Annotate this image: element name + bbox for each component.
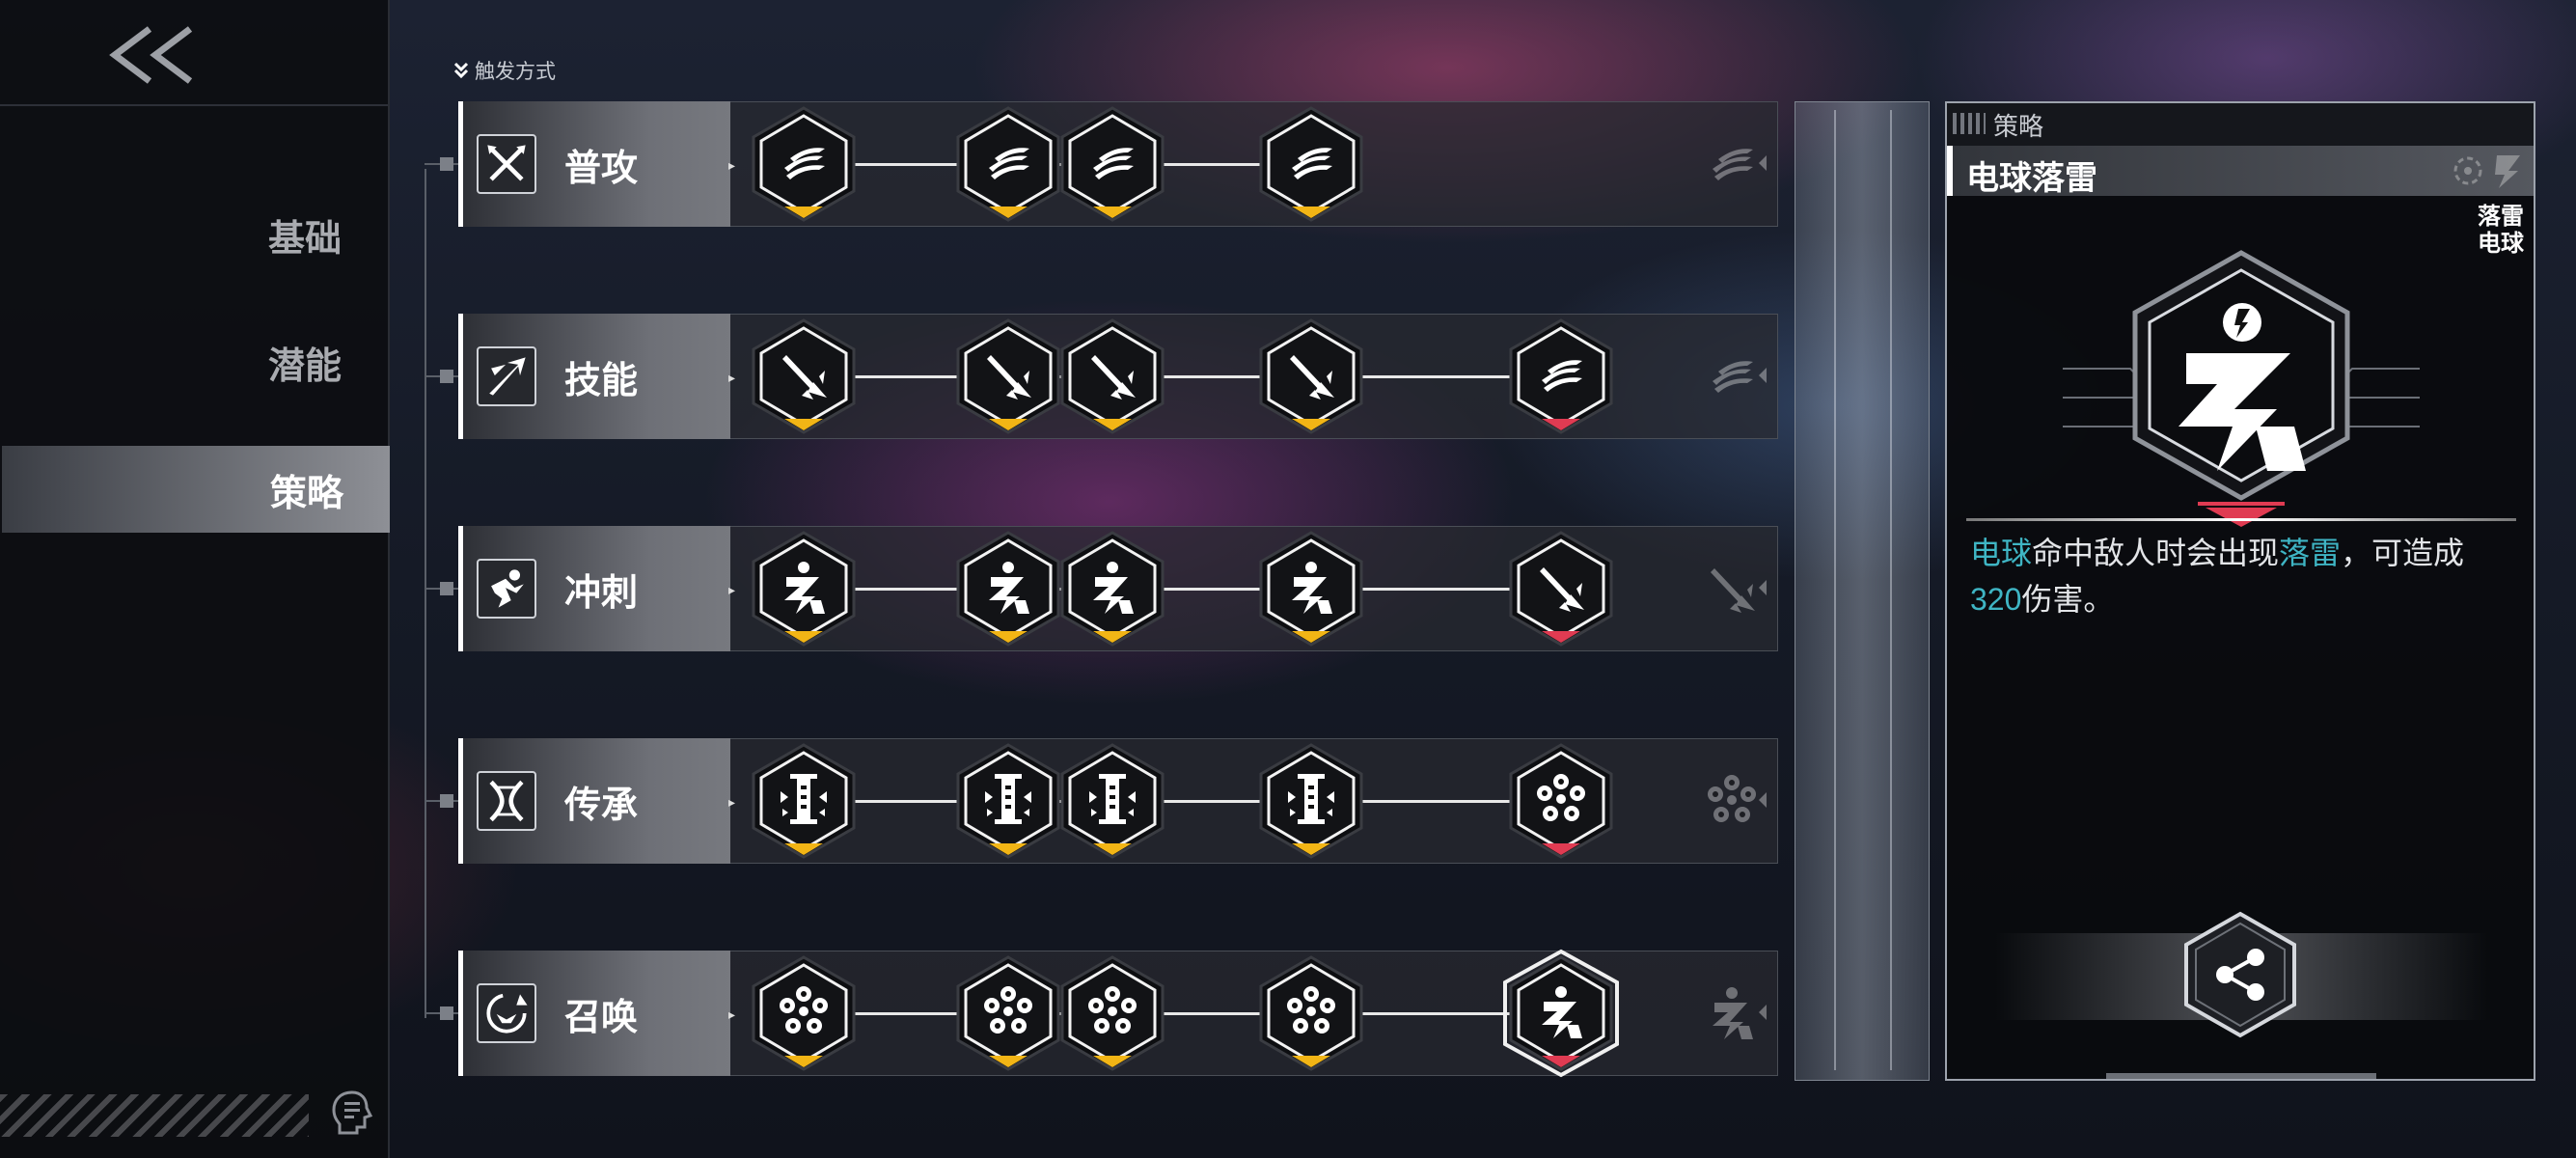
scroll-track[interactable]: [1834, 110, 1892, 1070]
arrow-burst-icon: [477, 346, 536, 406]
spear-node-icon[interactable]: [746, 318, 862, 434]
dna-helix-icon: [477, 771, 536, 831]
row-header[interactable]: 普攻 ▸: [458, 101, 735, 227]
keyword-electric-orb: 电球: [1970, 536, 2033, 570]
left-nav-panel: 基础 潜能 策略: [0, 0, 390, 1158]
lightning-node-icon[interactable]: [1503, 949, 1619, 1078]
spear-node-icon[interactable]: [1055, 318, 1170, 434]
row-label: 普攻: [564, 149, 639, 189]
row-header[interactable]: 冲刺 ▸: [458, 526, 735, 651]
keyword-lightning-strike: 落雷: [2279, 536, 2342, 570]
lightning-node-icon[interactable]: [746, 531, 862, 647]
detail-bottom-bar: [2106, 1073, 2376, 1079]
row-label: 冲刺: [564, 573, 639, 614]
pillar-node-icon[interactable]: [746, 743, 862, 859]
chevron-right-icon: ▸: [728, 370, 736, 385]
spear-node-icon[interactable]: [1253, 318, 1369, 434]
desc-text: 命中敌人时会出现: [2032, 536, 2280, 570]
claw-slash-node-icon[interactable]: [950, 106, 1066, 222]
detail-tag: 落雷: [2478, 204, 2524, 230]
tree-node-marker: [440, 157, 453, 171]
tree-node-marker: [440, 370, 453, 383]
orb-ring-node-icon[interactable]: [950, 955, 1066, 1071]
lightning-node-icon[interactable]: [1253, 531, 1369, 647]
chevron-right-icon: ▸: [728, 1006, 736, 1022]
pillar-node-icon[interactable]: [1253, 743, 1369, 859]
nav-item-strategy[interactable]: 策略: [2, 446, 390, 533]
detail-separator: [1966, 518, 2516, 521]
claw-slash-node-icon[interactable]: [1503, 318, 1619, 434]
trigger-row: 冲刺 ▸: [458, 526, 1778, 651]
summon-swirl-icon: [477, 983, 536, 1043]
lightning-icon: [2495, 155, 2520, 188]
row-header[interactable]: 技能 ▸: [458, 314, 735, 439]
detail-title: 电球落雷: [1966, 160, 2097, 197]
electric-orb-lightning-icon: [2063, 250, 2420, 527]
claw-slash-node-icon[interactable]: [1055, 106, 1170, 222]
detail-tab-label: 策略: [1993, 112, 2044, 141]
desc-text: 伤害。: [2021, 582, 2115, 617]
orb-ring-node-icon[interactable]: [1503, 743, 1619, 859]
grid-pattern-icon: [1953, 113, 1986, 134]
scroll-column[interactable]: [1795, 101, 1930, 1081]
row-label: 传承: [564, 786, 639, 826]
trigger-type-label: 触发方式: [453, 56, 556, 85]
tree-trunk-line: [425, 169, 426, 1018]
nav-item-potential[interactable]: 潜能: [0, 318, 388, 405]
trigger-row: 召唤 ▸: [458, 949, 1778, 1078]
chevron-right-icon: ▸: [728, 582, 736, 597]
trigger-row: 传承 ▸: [458, 738, 1778, 864]
decorative-hatch: [0, 1094, 309, 1137]
tree-node-marker: [440, 582, 453, 595]
orb-ring-node-icon[interactable]: [1055, 955, 1170, 1071]
detail-title-bar: 电球落雷: [1947, 146, 2534, 197]
share-icon: [2184, 911, 2296, 1038]
back-button[interactable]: [101, 21, 217, 89]
trigger-row: 普攻 ▸: [458, 101, 1778, 227]
claw-slash-node-icon[interactable]: [1253, 106, 1369, 222]
trigger-type-text: 触发方式: [475, 61, 556, 83]
tree-node-marker: [440, 794, 453, 808]
crossed-swords-icon: [477, 134, 536, 194]
double-chevron-left-icon: [109, 26, 193, 84]
trigger-row: 技能 ▸: [458, 314, 1778, 439]
desc-text: ，可造成: [2341, 536, 2465, 570]
pillar-node-icon[interactable]: [950, 743, 1066, 859]
row-end-faded-icon: [1697, 978, 1774, 1047]
spear-node-icon[interactable]: [1503, 531, 1619, 647]
lightning-node-icon[interactable]: [950, 531, 1066, 647]
claw-slash-node-icon[interactable]: [746, 106, 862, 222]
damage-value: 320: [1970, 582, 2022, 617]
row-end-faded-icon: [1697, 341, 1774, 410]
row-header[interactable]: 传承 ▸: [458, 738, 735, 864]
left-divider: [0, 104, 388, 106]
orb-ring-node-icon[interactable]: [746, 955, 862, 1071]
row-end-faded-icon: [1697, 765, 1774, 835]
spear-node-icon[interactable]: [950, 318, 1066, 434]
pillar-node-icon[interactable]: [1055, 743, 1170, 859]
detail-tags: 落雷 电球: [2478, 204, 2524, 258]
orb-ring-icon: [2453, 156, 2482, 185]
row-header[interactable]: 召唤 ▸: [458, 951, 735, 1076]
detail-tag: 电球: [2478, 231, 2524, 257]
double-chevron-down-icon: [453, 62, 469, 79]
detail-description: 电球命中敌人时会出现落雷，可造成 320伤害。: [1970, 530, 2510, 622]
orb-ring-node-icon[interactable]: [1253, 955, 1369, 1071]
nav-item-basic[interactable]: 基础: [0, 191, 388, 278]
row-label: 召唤: [564, 998, 639, 1038]
chevron-right-icon: ▸: [728, 157, 736, 173]
row-end-faded-icon: [1697, 553, 1774, 622]
detail-tab: 策略: [1947, 103, 2534, 146]
help-head-icon[interactable]: [330, 1089, 374, 1137]
tree-node-marker: [440, 1006, 453, 1020]
chevron-right-icon: ▸: [728, 794, 736, 810]
dash-runner-icon: [477, 559, 536, 619]
share-button[interactable]: [2180, 910, 2300, 1039]
row-label: 技能: [564, 361, 639, 401]
lightning-node-icon[interactable]: [1055, 531, 1170, 647]
row-end-faded-icon: [1697, 128, 1774, 198]
strategy-detail-panel: 策略 电球落雷 落雷 电球 电球命中敌人时会出现落雷，可造成320伤害。: [1945, 101, 2535, 1081]
